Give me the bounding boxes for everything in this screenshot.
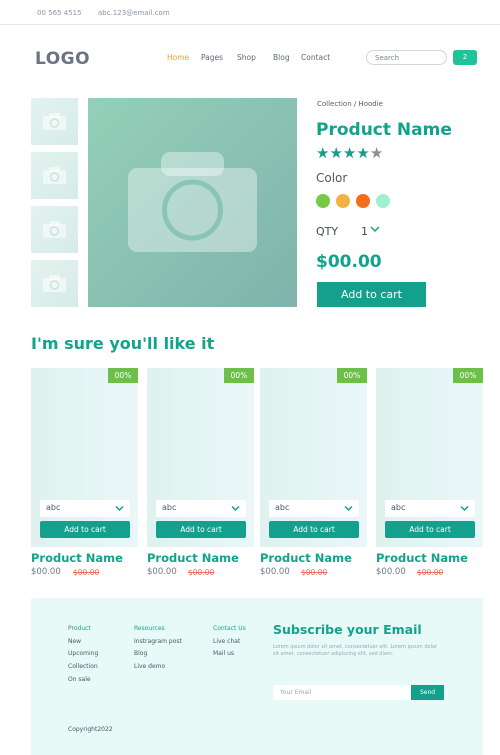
subscribe-title: Subscribe your Email	[273, 622, 422, 637]
camera-icon	[43, 275, 66, 292]
discount-badge: 00%	[337, 368, 367, 383]
product-card[interactable]: 00% abc Add to cart	[260, 368, 367, 547]
card-price: $00.00	[260, 567, 290, 577]
footer-link[interactable]: New	[68, 638, 81, 645]
star-icon: ★	[369, 144, 384, 162]
footer-link[interactable]: Collection	[68, 663, 98, 670]
qty-select[interactable]: 1	[361, 225, 368, 238]
phone-number: 00 565 4515	[37, 9, 82, 17]
camera-icon	[128, 152, 257, 252]
size-select[interactable]: abc	[269, 500, 359, 517]
logo[interactable]: LOGO	[35, 49, 90, 69]
color-swatch[interactable]	[336, 194, 350, 208]
camera-icon	[43, 221, 66, 238]
product-thumbnail[interactable]	[31, 98, 78, 145]
color-label: Color	[316, 171, 348, 185]
size-select-value: abc	[162, 503, 177, 512]
color-swatch[interactable]	[316, 194, 330, 208]
footer-link[interactable]: Mail us	[213, 650, 234, 657]
size-select-value: abc	[275, 503, 290, 512]
star-icon: ★	[316, 144, 330, 162]
card-add-to-cart-button[interactable]: Add to cart	[40, 521, 130, 538]
card-old-price: $00.00	[417, 568, 444, 577]
product-card[interactable]: 00% abc Add to cart	[31, 368, 138, 547]
email-field[interactable]: Your Email	[273, 685, 412, 700]
card-product-name[interactable]: Product Name	[31, 551, 123, 565]
breadcrumb[interactable]: Collection / Hoodie	[317, 100, 383, 108]
chevron-down-icon	[344, 505, 353, 512]
camera-icon	[43, 167, 66, 184]
add-to-cart-button[interactable]: Add to cart	[317, 282, 426, 307]
footer-link[interactable]: Blog	[134, 650, 147, 657]
subscribe-text: Lorem ipsum dolor sit amet, consectetuer…	[273, 644, 438, 657]
top-bar: 00 565 4515 abc.123@email.com	[0, 0, 500, 25]
product-title: Product Name	[316, 120, 452, 140]
rating-stars: ★★★★★	[316, 144, 383, 162]
footer-link[interactable]: On sale	[68, 676, 91, 683]
contact-email[interactable]: abc.123@email.com	[98, 9, 170, 17]
card-add-to-cart-button[interactable]: Add to cart	[385, 521, 475, 538]
size-select[interactable]: abc	[40, 500, 130, 517]
chevron-down-icon	[115, 505, 124, 512]
card-old-price: $00.00	[188, 568, 215, 577]
nav-shop[interactable]: Shop	[237, 53, 256, 62]
card-product-name[interactable]: Product Name	[147, 551, 239, 565]
product-thumbnail[interactable]	[31, 260, 78, 307]
chevron-down-icon	[231, 505, 240, 512]
copyright: Copyright2022	[68, 726, 113, 733]
discount-badge: 00%	[108, 368, 138, 383]
discount-badge: 00%	[453, 368, 483, 383]
product-card[interactable]: 00% abc Add to cart	[147, 368, 254, 547]
footer-link[interactable]: Live chat	[213, 638, 240, 645]
chevron-down-icon[interactable]	[370, 224, 380, 234]
size-select[interactable]: abc	[156, 500, 246, 517]
size-select[interactable]: abc	[385, 500, 475, 517]
chevron-down-icon	[460, 505, 469, 512]
product-thumbnail[interactable]	[31, 206, 78, 253]
card-price: $00.00	[376, 567, 406, 577]
nav-pages[interactable]: Pages	[201, 53, 223, 62]
nav-home[interactable]: Home	[167, 53, 189, 62]
card-product-name[interactable]: Product Name	[260, 551, 352, 565]
card-old-price: $00.00	[73, 568, 100, 577]
card-product-name[interactable]: Product Name	[376, 551, 468, 565]
size-select-value: abc	[46, 503, 61, 512]
product-card[interactable]: 00% abc Add to cart	[376, 368, 483, 547]
footer-link[interactable]: Live demo	[134, 663, 165, 670]
search-input[interactable]: Search	[366, 50, 447, 65]
footer: Product New Upcoming Collection On sale …	[31, 598, 483, 755]
nav-blog[interactable]: Blog	[273, 53, 290, 62]
card-price: $00.00	[31, 567, 61, 577]
product-thumbnail[interactable]	[31, 152, 78, 199]
size-select-value: abc	[391, 503, 406, 512]
card-add-to-cart-button[interactable]: Add to cart	[156, 521, 246, 538]
card-price: $00.00	[147, 567, 177, 577]
star-icon: ★	[329, 144, 343, 162]
footer-col-title: Resources	[134, 625, 165, 632]
nav-contact[interactable]: Contact	[301, 53, 330, 62]
product-price: $00.00	[316, 252, 382, 272]
footer-link[interactable]: Instragram post	[134, 638, 182, 645]
product-main-image	[88, 98, 297, 307]
cart-button[interactable]: 2	[453, 50, 477, 65]
camera-icon	[43, 113, 66, 130]
discount-badge: 00%	[224, 368, 254, 383]
star-icon: ★	[356, 144, 370, 162]
card-add-to-cart-button[interactable]: Add to cart	[269, 521, 359, 538]
color-swatch[interactable]	[356, 194, 370, 208]
footer-link[interactable]: Upcoming	[68, 650, 98, 657]
send-button[interactable]: Send	[411, 685, 444, 700]
color-swatch[interactable]	[376, 194, 390, 208]
star-icon: ★	[342, 144, 357, 162]
footer-col-title: Product	[68, 625, 91, 632]
qty-label: QTY	[316, 225, 339, 238]
footer-col-title: Contact Us	[213, 625, 246, 632]
section-title: I'm sure you'll like it	[31, 334, 215, 353]
card-old-price: $00.00	[301, 568, 328, 577]
